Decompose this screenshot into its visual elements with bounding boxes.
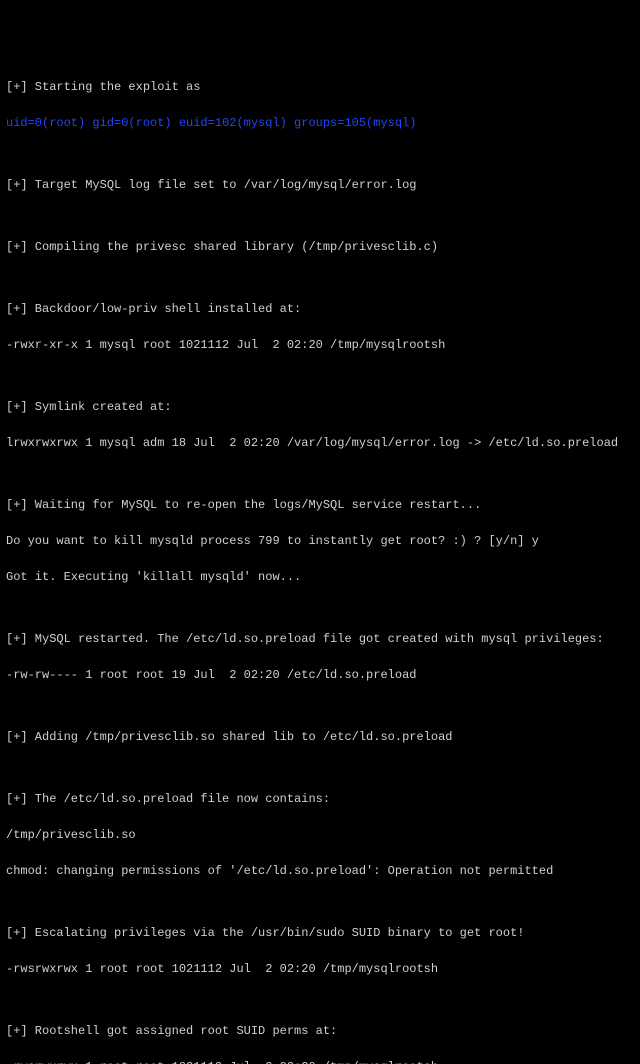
terminal-line: [+] Escalating privileges via the /usr/b… <box>6 924 634 942</box>
spacer <box>6 604 634 612</box>
terminal-line: [+] Target MySQL log file set to /var/lo… <box>6 176 634 194</box>
terminal-line: -rwsrwxrwx 1 root root 1021112 Jul 2 02:… <box>6 960 634 978</box>
spacer <box>6 996 634 1004</box>
terminal-line: -rwxr-xr-x 1 mysql root 1021112 Jul 2 02… <box>6 336 634 354</box>
terminal-line: Got it. Executing 'killall mysqld' now..… <box>6 568 634 586</box>
terminal-line: -rwsrwxrwx 1 root root 1021112 Jul 2 02:… <box>6 1058 634 1064</box>
terminal-line: [+] Starting the exploit as <box>6 78 634 96</box>
terminal-line: Do you want to kill mysqld process 799 t… <box>6 532 634 550</box>
terminal-line: [+] Rootshell got assigned root SUID per… <box>6 1022 634 1040</box>
spacer <box>6 150 634 158</box>
spacer <box>6 898 634 906</box>
spacer <box>6 764 634 772</box>
terminal-line: [+] Compiling the privesc shared library… <box>6 238 634 256</box>
terminal-line: [+] Backdoor/low-priv shell installed at… <box>6 300 634 318</box>
terminal-line: [+] Waiting for MySQL to re-open the log… <box>6 496 634 514</box>
terminal-line: /tmp/privesclib.so <box>6 826 634 844</box>
spacer <box>6 274 634 282</box>
terminal-line: [+] The /etc/ld.so.preload file now cont… <box>6 790 634 808</box>
terminal-line: [+] MySQL restarted. The /etc/ld.so.prel… <box>6 630 634 648</box>
terminal-line-uid: uid=0(root) gid=0(root) euid=102(mysql) … <box>6 114 634 132</box>
terminal-line: chmod: changing permissions of '/etc/ld.… <box>6 862 634 880</box>
spacer <box>6 372 634 380</box>
terminal-line: [+] Symlink created at: <box>6 398 634 416</box>
terminal-line: [+] Adding /tmp/privesclib.so shared lib… <box>6 728 634 746</box>
terminal-line: lrwxrwxrwx 1 mysql adm 18 Jul 2 02:20 /v… <box>6 434 634 452</box>
spacer <box>6 212 634 220</box>
terminal-line: -rw-rw---- 1 root root 19 Jul 2 02:20 /e… <box>6 666 634 684</box>
spacer <box>6 702 634 710</box>
spacer <box>6 470 634 478</box>
